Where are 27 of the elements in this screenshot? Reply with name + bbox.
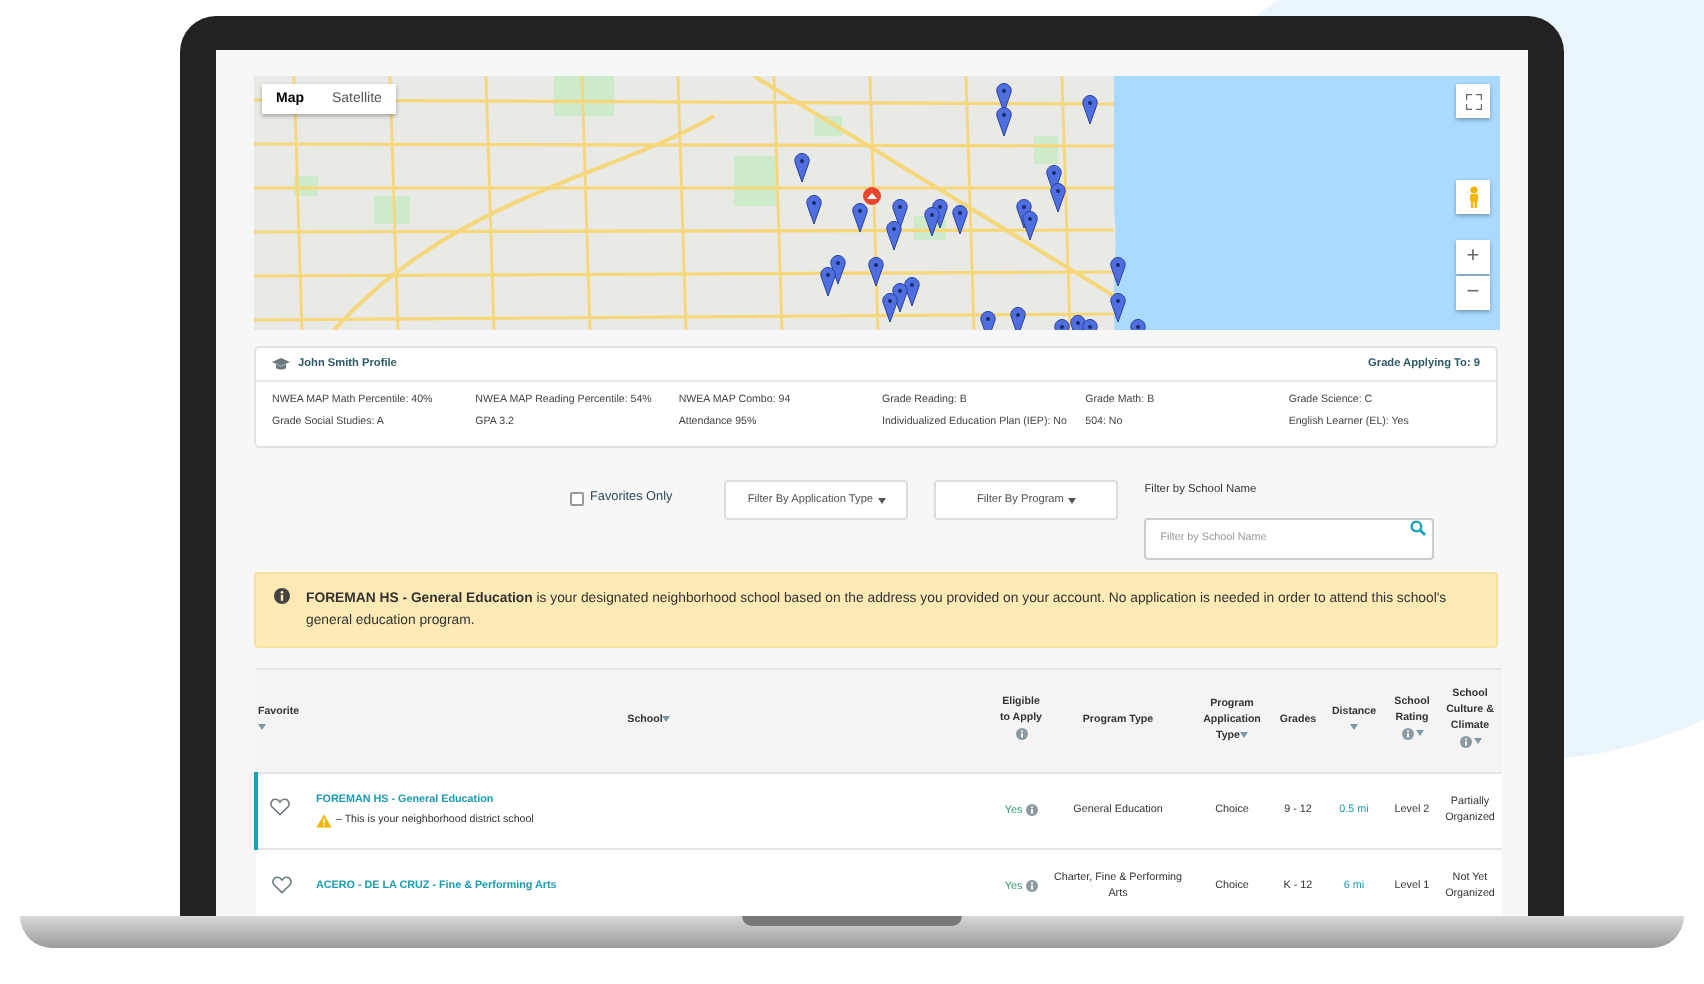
sort-caret-icon[interactable] bbox=[1415, 730, 1423, 737]
caret-icon bbox=[877, 497, 886, 504]
zoom-in-button[interactable]: + bbox=[1456, 240, 1490, 274]
graduation-cap-icon bbox=[272, 358, 290, 371]
heart-icon[interactable] bbox=[270, 798, 290, 817]
map-drawing[interactable] bbox=[254, 76, 1500, 330]
heart-icon[interactable] bbox=[272, 875, 292, 894]
info-icon[interactable] bbox=[1015, 727, 1027, 740]
sort-caret-icon[interactable] bbox=[1350, 723, 1358, 730]
caret-icon bbox=[1067, 497, 1076, 504]
info-icon[interactable] bbox=[1459, 735, 1471, 748]
sort-caret-icon[interactable] bbox=[258, 723, 266, 730]
info-icon[interactable] bbox=[1025, 879, 1038, 892]
zoom-out-button[interactable]: − bbox=[1456, 276, 1490, 310]
info-icon bbox=[274, 588, 290, 605]
sort-caret-icon[interactable] bbox=[1473, 738, 1481, 745]
favorites-checkbox[interactable] bbox=[570, 491, 584, 506]
sort-caret-icon[interactable] bbox=[662, 715, 671, 722]
street-view-button[interactable] bbox=[1456, 180, 1490, 214]
fullscreen-button[interactable] bbox=[1456, 84, 1490, 118]
fullscreen-icon bbox=[1465, 93, 1481, 109]
warning-icon bbox=[316, 813, 332, 828]
person-icon bbox=[1467, 186, 1479, 208]
sort-caret-icon[interactable] bbox=[1239, 731, 1248, 738]
info-icon[interactable] bbox=[1401, 727, 1413, 740]
info-icon[interactable] bbox=[1025, 803, 1038, 816]
search-icon[interactable] bbox=[1410, 520, 1427, 537]
